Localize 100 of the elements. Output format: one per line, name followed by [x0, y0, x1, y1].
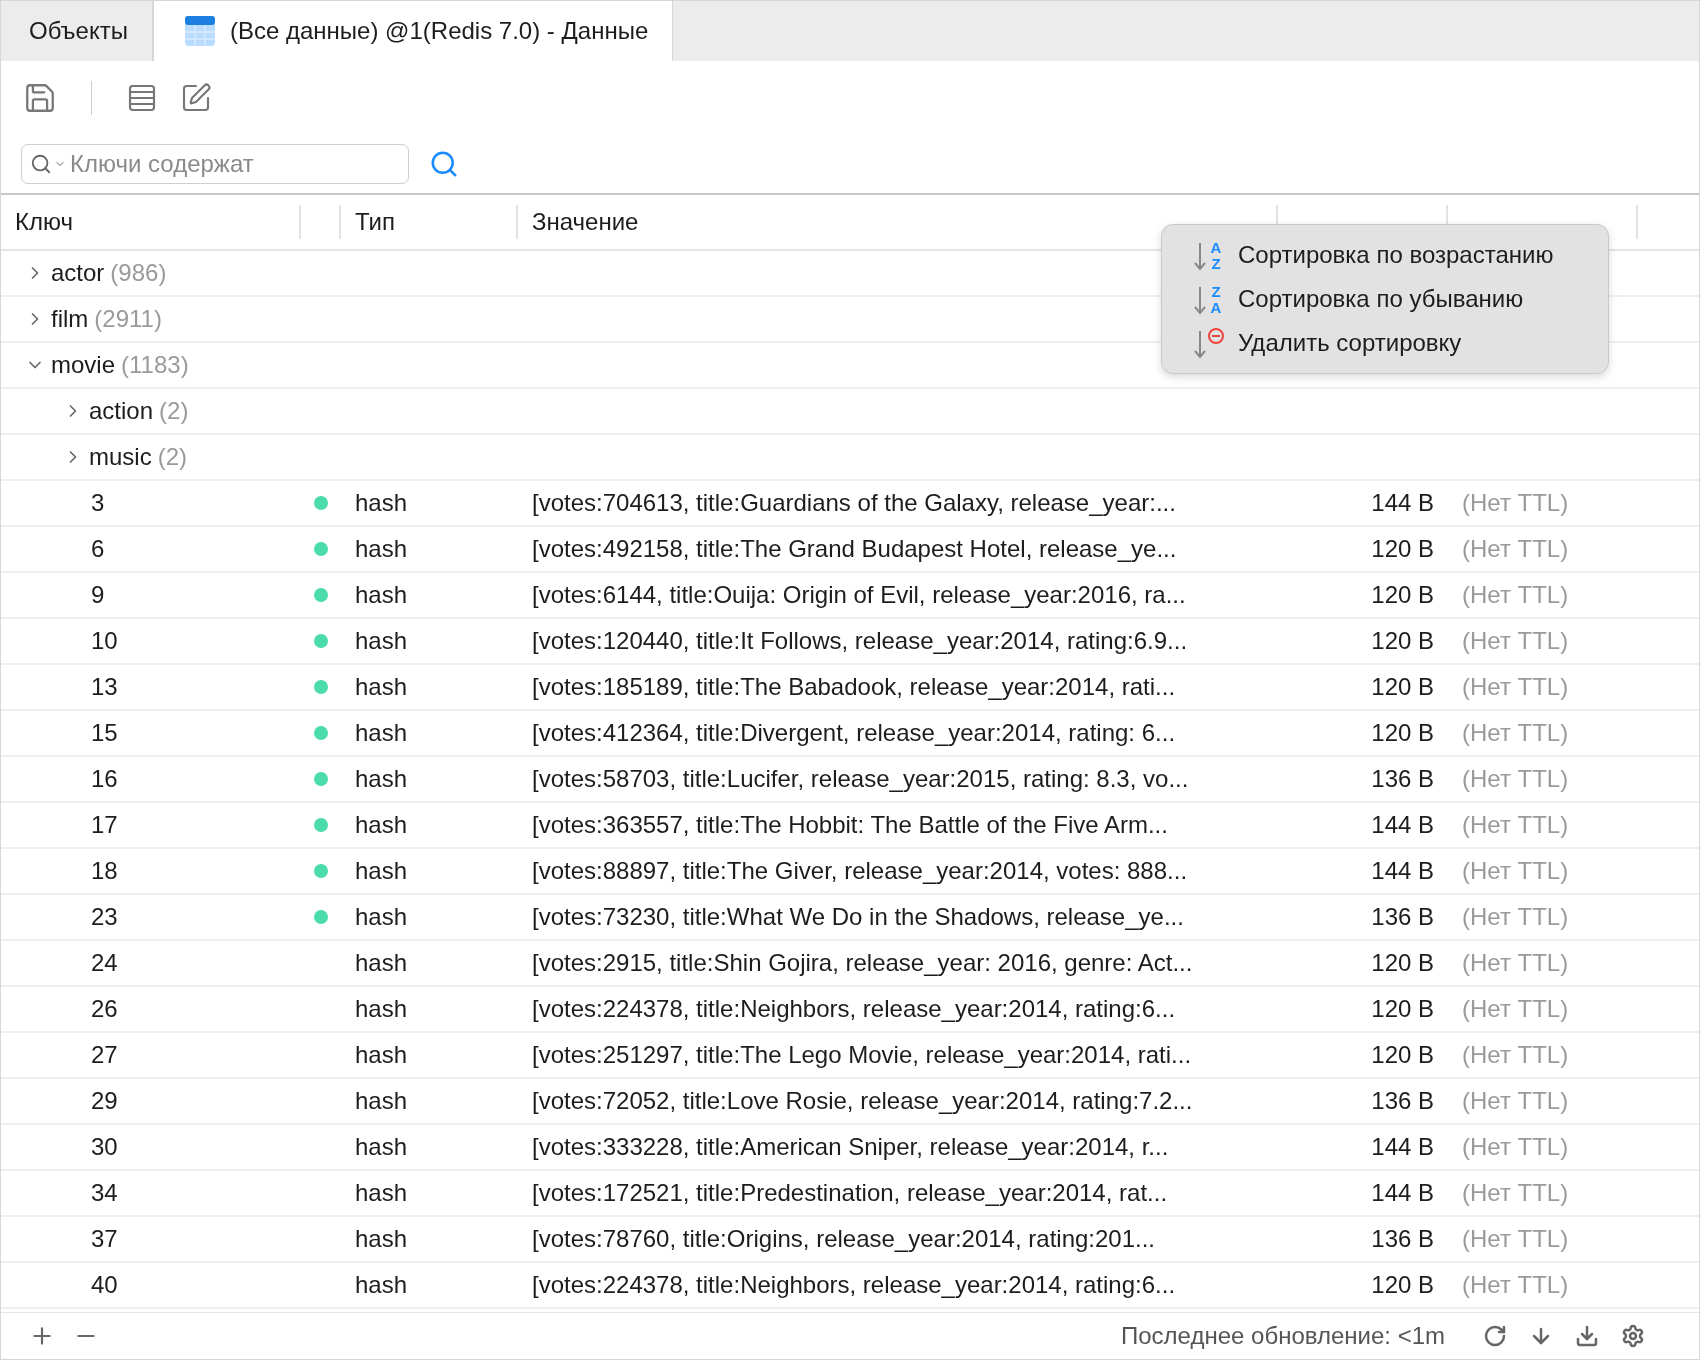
- size-cell-text: 120 B: [1370, 1271, 1435, 1299]
- key-name: 26: [91, 995, 118, 1023]
- ttl-cell-text: (Нет TTL): [1461, 1133, 1570, 1161]
- size-cell-text: 120 B: [1370, 627, 1435, 655]
- type-cell-text: hash: [354, 581, 409, 609]
- sort-remove-icon: [1192, 327, 1224, 359]
- type-cell-text: hash: [354, 857, 409, 885]
- value-cell-text: [votes:120440, title:It Follows, release_year:2014, rating:6.9...: [531, 627, 1189, 655]
- key-name: 17: [91, 811, 118, 839]
- size-cell-text: 144 B: [1370, 1133, 1435, 1161]
- size-cell-text: 120 B: [1370, 995, 1435, 1023]
- key-name: 6: [91, 535, 105, 563]
- ttl-cell-text: (Нет TTL): [1461, 581, 1570, 609]
- value-cell-text: [votes:224378, title:Neighbors, release_year:2014, rating:6...: [531, 995, 1177, 1023]
- value-cell-text: [votes:58703, title:Lucifer, release_year:2015, rating: 8.3, vo...: [531, 765, 1190, 793]
- type-cell-text: hash: [354, 719, 409, 747]
- type-cell-text: hash: [354, 535, 409, 563]
- size-cell-text: 120 B: [1370, 1041, 1435, 1069]
- tab-label: Объекты: [29, 17, 128, 45]
- folder-name: movie: [51, 351, 116, 379]
- type-cell-text: hash: [354, 903, 409, 931]
- size-cell-text: 144 B: [1370, 811, 1435, 839]
- ttl-cell-text: (Нет TTL): [1461, 1087, 1570, 1115]
- key-count: (2): [159, 397, 189, 425]
- key-count: (2): [157, 443, 187, 471]
- ttl-cell-text: (Нет TTL): [1461, 765, 1570, 793]
- tab[interactable]: Объекты: [1, 1, 153, 61]
- size-cell-text: 136 B: [1370, 765, 1435, 793]
- key-name: 10: [91, 627, 118, 655]
- key-name: 34: [91, 1179, 118, 1207]
- menu-item[interactable]: Z A Сортировка по убыванию: [1162, 277, 1608, 321]
- key-name: 13: [91, 673, 118, 701]
- value-cell-text: [votes:704613, title:Guardians of the Galaxy, release_year:...: [531, 489, 1177, 517]
- value-cell-text: [votes:73230, title:What We Do in the Shadows, release_ye...: [531, 903, 1185, 931]
- value-cell-text: [votes:185189, title:The Babadook, release_year:2014, rati...: [531, 673, 1177, 701]
- table-icon: [184, 15, 216, 47]
- key-name: 9: [91, 581, 105, 609]
- type-cell-text: hash: [354, 765, 409, 793]
- key-count: (1183): [121, 351, 189, 379]
- column-header[interactable]: Тип: [341, 205, 518, 239]
- key-name: 27: [91, 1041, 118, 1069]
- key-name: 18: [91, 857, 118, 885]
- value-cell-text: [votes:492158, title:The Grand Budapest Hotel, release_ye...: [531, 535, 1178, 563]
- key-name: 40: [91, 1271, 118, 1299]
- value-cell-text: [votes:88897, title:The Giver, release_year:2014, votes: 888...: [531, 857, 1189, 885]
- type-cell-text: hash: [354, 995, 409, 1023]
- ttl-cell-text: (Нет TTL): [1461, 857, 1570, 885]
- value-cell-text: [votes:78760, title:Origins, release_year:2014, rating:201...: [531, 1225, 1157, 1253]
- type-cell-text: hash: [354, 1087, 409, 1115]
- ttl-cell-text: (Нет TTL): [1461, 489, 1570, 517]
- menu-item[interactable]: Удалить сортировку: [1162, 321, 1608, 365]
- value-cell-text: [votes:363557, title:The Hobbit: The Battle of the Five Arm...: [531, 811, 1169, 839]
- key-name: 23: [91, 903, 118, 931]
- key-name: 30: [91, 1133, 118, 1161]
- folder-name: action: [89, 397, 154, 425]
- tab[interactable]: (Все данные) @1(Redis 7.0) - Данные: [153, 1, 674, 61]
- value-cell-text: [votes:251297, title:The Lego Movie, release_year:2014, rati...: [531, 1041, 1193, 1069]
- search-field[interactable]: Ключи содержат: [21, 144, 409, 184]
- value-cell-text: [votes:2915, title:Shin Gojira, release_year: 2016, genre: Act...: [531, 949, 1194, 977]
- type-cell-text: hash: [354, 1133, 409, 1161]
- type-cell-text: hash: [354, 673, 409, 701]
- ttl-cell-text: (Нет TTL): [1461, 811, 1570, 839]
- type-cell-text: hash: [354, 1179, 409, 1207]
- size-cell-text: 136 B: [1370, 903, 1435, 931]
- folder-name: music: [89, 443, 152, 471]
- size-cell-text: 144 B: [1370, 1179, 1435, 1207]
- type-cell-text: hash: [354, 1041, 409, 1069]
- type-cell-text: hash: [354, 489, 409, 517]
- key-name: 24: [91, 949, 118, 977]
- key-name: 15: [91, 719, 118, 747]
- value-cell-text: [votes:172521, title:Predestination, release_year:2014, rat...: [531, 1179, 1169, 1207]
- size-cell-text: 120 B: [1370, 949, 1435, 977]
- value-cell-text: [votes:412364, title:Divergent, release_year:2014, rating: 6...: [531, 719, 1177, 747]
- type-cell-text: hash: [354, 1225, 409, 1253]
- value-cell-text: [votes:333228, title:American Sniper, release_year:2014, r...: [531, 1133, 1170, 1161]
- size-cell-text: 120 B: [1370, 719, 1435, 747]
- key-name: 29: [91, 1087, 118, 1115]
- size-cell-text: 136 B: [1370, 1225, 1435, 1253]
- type-cell-text: hash: [354, 949, 409, 977]
- size-cell-text: 120 B: [1370, 581, 1435, 609]
- ttl-cell-text: (Нет TTL): [1461, 903, 1570, 931]
- ttl-cell-text: (Нет TTL): [1461, 1041, 1570, 1069]
- ttl-cell-text: (Нет TTL): [1461, 627, 1570, 655]
- key-count: (2911): [94, 305, 162, 333]
- size-cell-text: 136 B: [1370, 1087, 1435, 1115]
- key-name: 16: [91, 765, 118, 793]
- size-cell-text: 144 B: [1370, 857, 1435, 885]
- ttl-cell-text: (Нет TTL): [1461, 1179, 1570, 1207]
- size-cell-text: 120 B: [1370, 673, 1435, 701]
- last-update-text: Последнее обновление: <1m: [1121, 1322, 1445, 1350]
- folder-name: actor: [51, 259, 105, 287]
- ttl-cell-text: (Нет TTL): [1461, 949, 1570, 977]
- size-cell-text: 144 B: [1370, 489, 1435, 517]
- ttl-cell-text: (Нет TTL): [1461, 673, 1570, 701]
- key-count: (986): [110, 259, 167, 287]
- value-cell-text: [votes:72052, title:Love Rosie, release_year:2014, rating:7.2...: [531, 1087, 1194, 1115]
- search-icon[interactable]: [30, 153, 52, 175]
- ttl-cell-text: (Нет TTL): [1461, 995, 1570, 1023]
- column-header[interactable]: Ключ: [1, 205, 301, 239]
- ttl-cell-text: (Нет TTL): [1461, 1225, 1570, 1253]
